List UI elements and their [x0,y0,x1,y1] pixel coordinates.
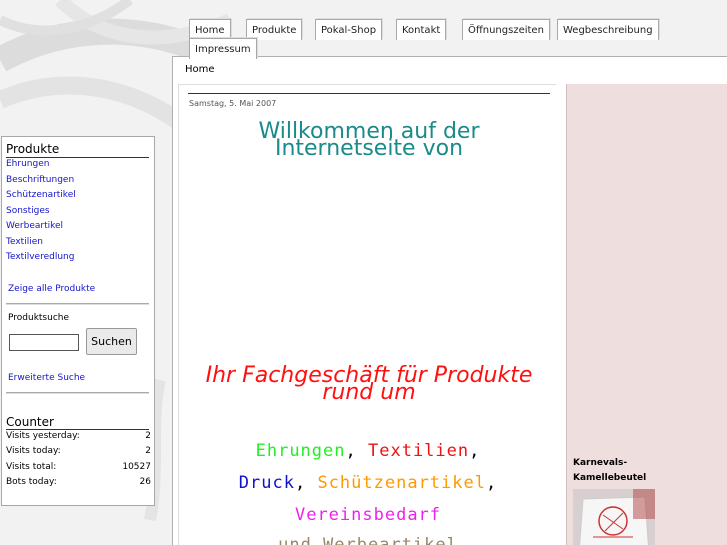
counter-value: 2 [145,431,151,441]
product-categories-line-4: und Werbeartikel [179,535,557,545]
sidebar-link-schuetzenartikel[interactable]: Schützenartikel [6,190,76,200]
counter-value: 26 [139,477,151,487]
product-search-label: Produktsuche [8,313,70,323]
tab-pokal-shop[interactable]: Pokal-Shop [315,19,383,40]
tab-kontakt[interactable]: Kontakt [396,19,447,40]
welcome-heading: Willkommen auf der Internetseite von [219,121,519,160]
category-textilien: Textilien [368,441,470,461]
promo-title-line-2: Kamellebeutel [573,473,647,483]
counter-row-visits-total: Visits total: 10527 [6,462,151,472]
right-sidebar: Karnevals- Kamellebeutel [566,84,727,545]
sidebar-link-beschriftungen[interactable]: Beschriftungen [6,175,74,185]
left-sidebar: Produkte Ehrungen Beschriftungen Schütze… [1,136,155,506]
content-divider [188,93,550,94]
product-categories-line-2: Druck, Schützenartikel, [179,473,557,493]
sidebar-link-werbeartikel[interactable]: Werbeartikel [6,221,63,231]
products-heading-rule [6,157,149,158]
product-categories-line-3: Vereinsbedarf [179,505,557,525]
show-all-products-link[interactable]: Zeige alle Produkte [8,284,95,294]
sidebar-divider [6,303,149,305]
sidebar-divider [6,392,149,394]
counter-row-visits-today: Visits today: 2 [6,446,151,456]
tab-impressum[interactable]: Impressum [189,38,257,59]
products-heading: Produkte [6,142,60,156]
product-search-input[interactable] [9,334,79,351]
tab-wegbeschreibung[interactable]: Wegbeschreibung [557,19,659,40]
category-werbeartikel: und Werbeartikel [278,535,458,545]
counter-label: Visits total: [6,462,57,472]
promo-title-line-1: Karnevals- [573,458,628,468]
article-date: Samstag, 5. Mai 2007 [189,99,277,108]
counter-label: Visits yesterday: [6,431,80,441]
search-button[interactable]: Suchen [86,328,137,355]
main-frame: Home Samstag, 5. Mai 2007 Willkommen auf… [172,56,727,545]
tab-produkte[interactable]: Produkte [246,19,303,40]
counter-row-visits-yesterday: Visits yesterday: 2 [6,431,151,441]
counter-row-bots-today: Bots today: 26 [6,477,151,487]
bag-illustration-icon [573,489,655,545]
counter-label: Bots today: [6,477,57,487]
sidebar-link-sonstiges[interactable]: Sonstiges [6,206,50,216]
counter-label: Visits today: [6,446,61,456]
separator: , [469,441,481,461]
tab-oeffnungszeiten[interactable]: Öffnungszeiten [462,19,550,40]
category-schuetzenartikel: Schützenartikel [317,473,486,493]
separator: , [345,441,357,461]
category-ehrungen: Ehrungen [255,441,346,461]
counter-value: 10527 [122,462,151,472]
content-area: Samstag, 5. Mai 2007 Willkommen auf der … [178,84,556,545]
sidebar-link-textilveredlung[interactable]: Textilveredlung [6,252,74,262]
promo-title[interactable]: Karnevals- Kamellebeutel [573,456,663,486]
counter-heading: Counter [6,415,54,429]
breadcrumb: Home [185,64,215,75]
sidebar-link-textilien[interactable]: Textilien [6,237,43,247]
category-vereinsbedarf: Vereinsbedarf [294,505,442,525]
promo-product-image[interactable] [573,489,655,545]
category-druck: Druck [238,473,295,493]
advanced-search-link[interactable]: Erweiterte Suche [8,373,85,383]
tab-home[interactable]: Home [189,19,231,40]
counter-value: 2 [145,446,151,456]
sidebar-link-ehrungen[interactable]: Ehrungen [6,159,49,169]
separator: , [294,473,307,493]
counter-heading-rule [6,429,149,430]
tagline: Ihr Fachgeschäft für Produkte rund um [189,365,549,404]
separator: , [485,473,498,493]
product-categories-line-1: Ehrungen, Textilien, [179,441,557,461]
